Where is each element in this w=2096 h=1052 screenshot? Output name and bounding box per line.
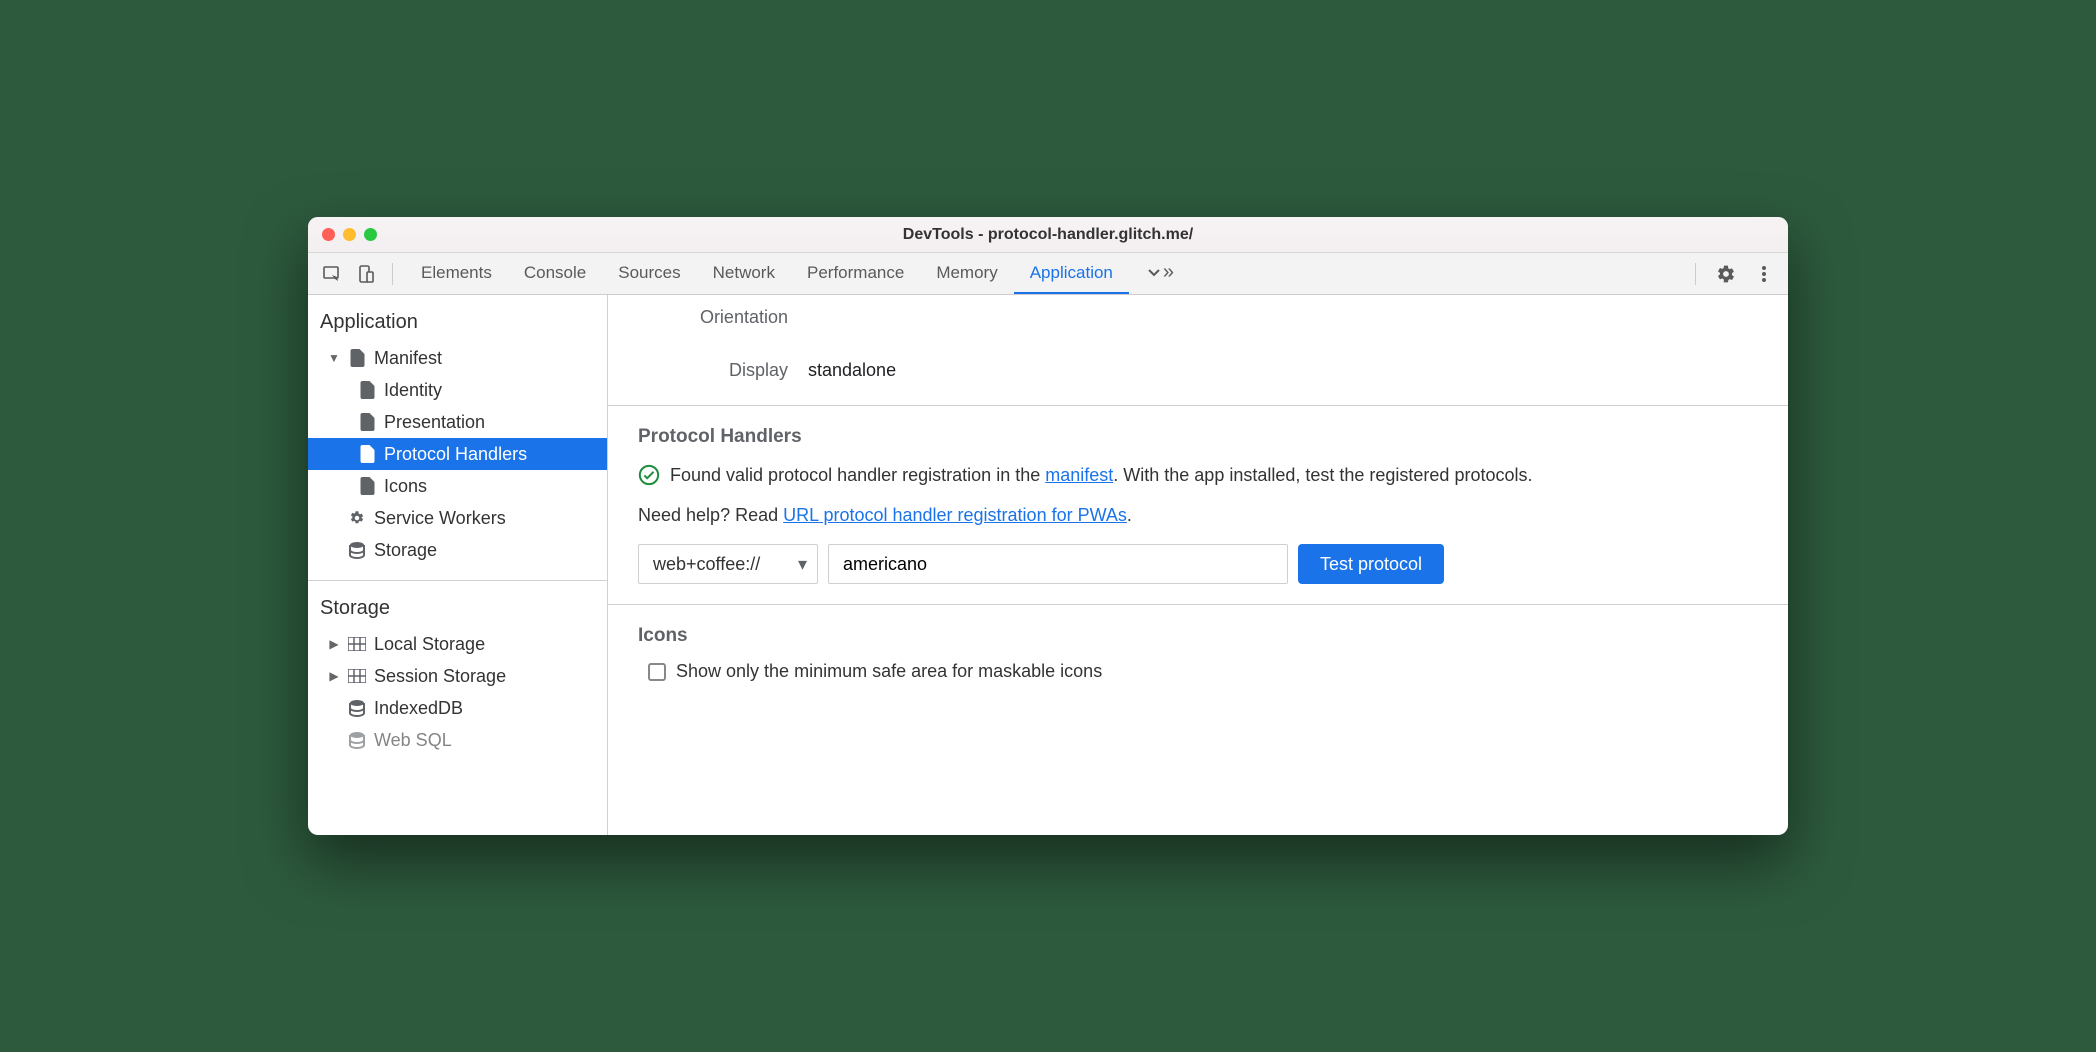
chevron-down-icon: ▾ bbox=[798, 554, 807, 575]
sidebar-item-label: Icons bbox=[384, 476, 427, 497]
sidebar-item-service-workers[interactable]: Service Workers bbox=[308, 502, 607, 534]
toolbar-divider bbox=[1695, 263, 1696, 285]
window-title: DevTools - protocol-handler.glitch.me/ bbox=[903, 226, 1193, 244]
table-icon bbox=[348, 635, 366, 653]
display-value: standalone bbox=[808, 360, 896, 381]
tab-application[interactable]: Application bbox=[1014, 253, 1129, 294]
sidebar-item-label: Presentation bbox=[384, 412, 485, 433]
status-text: Found valid protocol handler registratio… bbox=[670, 462, 1533, 489]
settings-icon[interactable] bbox=[1712, 260, 1740, 288]
chevron-right-icon: ▶ bbox=[328, 637, 340, 651]
file-icon bbox=[358, 445, 376, 463]
database-icon bbox=[348, 699, 366, 717]
minimize-window-button[interactable] bbox=[343, 228, 356, 241]
database-icon bbox=[348, 731, 366, 749]
zoom-window-button[interactable] bbox=[364, 228, 377, 241]
maskable-icons-checkbox-row[interactable]: Show only the minimum safe area for mask… bbox=[638, 661, 1758, 682]
devtools-window: DevTools - protocol-handler.glitch.me/ E… bbox=[308, 217, 1788, 835]
manifest-link[interactable]: manifest bbox=[1045, 465, 1113, 485]
gear-icon bbox=[348, 509, 366, 527]
toolbar-divider bbox=[392, 263, 393, 285]
more-options-icon[interactable] bbox=[1750, 260, 1778, 288]
sidebar-item-label: Protocol Handlers bbox=[384, 444, 527, 465]
close-window-button[interactable] bbox=[322, 228, 335, 241]
orientation-row: Orientation bbox=[608, 301, 1788, 334]
sidebar-item-protocol-handlers[interactable]: Protocol Handlers bbox=[308, 438, 607, 470]
file-icon bbox=[348, 349, 366, 367]
sidebar-item-web-sql[interactable]: Web SQL bbox=[308, 724, 607, 756]
protocol-test-form: web+coffee:// ▾ Test protocol bbox=[638, 544, 1758, 584]
sidebar-item-local-storage[interactable]: ▶ Local Storage bbox=[308, 628, 607, 660]
sidebar-item-indexeddb[interactable]: IndexedDB bbox=[308, 692, 607, 724]
sidebar: Application ▼ Manifest Identity Presenta… bbox=[308, 295, 608, 835]
help-suffix: . bbox=[1127, 505, 1132, 525]
tab-elements[interactable]: Elements bbox=[405, 253, 508, 294]
tab-memory[interactable]: Memory bbox=[920, 253, 1013, 294]
sidebar-item-icons[interactable]: Icons bbox=[308, 470, 607, 502]
sidebar-heading-storage: Storage bbox=[308, 591, 607, 628]
sidebar-item-label: Local Storage bbox=[374, 634, 485, 655]
sidebar-section-application: Application ▼ Manifest Identity Presenta… bbox=[308, 305, 607, 581]
sidebar-heading-application: Application bbox=[308, 305, 607, 342]
sidebar-item-storage[interactable]: Storage bbox=[308, 534, 607, 566]
tab-sources[interactable]: Sources bbox=[602, 253, 696, 294]
panel-tabs: Elements Console Sources Network Perform… bbox=[405, 253, 1190, 294]
sidebar-item-label: IndexedDB bbox=[374, 698, 463, 719]
traffic-lights bbox=[308, 228, 377, 241]
protocol-handlers-heading: Protocol Handlers bbox=[638, 426, 1758, 448]
content-area: Application ▼ Manifest Identity Presenta… bbox=[308, 295, 1788, 835]
main-panel: Orientation Display standalone Protocol … bbox=[608, 295, 1788, 835]
file-icon bbox=[358, 381, 376, 399]
tab-performance[interactable]: Performance bbox=[791, 253, 920, 294]
status-suffix: . With the app installed, test the regis… bbox=[1113, 465, 1532, 485]
protocol-path-input[interactable] bbox=[828, 544, 1288, 584]
sidebar-item-label: Manifest bbox=[374, 348, 442, 369]
help-prefix: Need help? Read bbox=[638, 505, 783, 525]
titlebar: DevTools - protocol-handler.glitch.me/ bbox=[308, 217, 1788, 253]
help-text: Need help? Read URL protocol handler reg… bbox=[638, 505, 1758, 526]
checkbox-icon[interactable] bbox=[648, 663, 666, 681]
sidebar-item-label: Storage bbox=[374, 540, 437, 561]
test-protocol-button[interactable]: Test protocol bbox=[1298, 544, 1444, 584]
icons-section: Icons Show only the minimum safe area fo… bbox=[608, 604, 1788, 702]
file-icon bbox=[358, 477, 376, 495]
sidebar-item-presentation[interactable]: Presentation bbox=[308, 406, 607, 438]
toolbar: Elements Console Sources Network Perform… bbox=[308, 253, 1788, 295]
tab-network[interactable]: Network bbox=[697, 253, 791, 294]
sidebar-item-label: Identity bbox=[384, 380, 442, 401]
file-icon bbox=[358, 413, 376, 431]
sidebar-item-label: Web SQL bbox=[374, 730, 452, 751]
status-message: Found valid protocol handler registratio… bbox=[638, 462, 1758, 489]
check-circle-icon bbox=[638, 464, 660, 486]
help-link[interactable]: URL protocol handler registration for PW… bbox=[783, 505, 1127, 525]
icons-heading: Icons bbox=[638, 625, 1758, 647]
database-icon bbox=[348, 541, 366, 559]
sidebar-section-storage: Storage ▶ Local Storage ▶ Session Storag… bbox=[308, 591, 607, 770]
protocol-handlers-section: Protocol Handlers Found valid protocol h… bbox=[608, 405, 1788, 604]
orientation-label: Orientation bbox=[638, 307, 808, 328]
chevron-down-icon: ▼ bbox=[328, 351, 340, 365]
toggle-device-toolbar-icon[interactable] bbox=[352, 260, 380, 288]
protocol-select-value: web+coffee:// bbox=[653, 554, 760, 575]
status-prefix: Found valid protocol handler registratio… bbox=[670, 465, 1045, 485]
chevron-right-icon: ▶ bbox=[328, 669, 340, 683]
sidebar-item-manifest[interactable]: ▼ Manifest bbox=[308, 342, 607, 374]
display-label: Display bbox=[638, 360, 808, 381]
checkbox-label: Show only the minimum safe area for mask… bbox=[676, 661, 1102, 682]
sidebar-item-session-storage[interactable]: ▶ Session Storage bbox=[308, 660, 607, 692]
display-row: Display standalone bbox=[608, 354, 1788, 387]
protocol-select[interactable]: web+coffee:// ▾ bbox=[638, 544, 818, 584]
sidebar-item-identity[interactable]: Identity bbox=[308, 374, 607, 406]
sidebar-item-label: Service Workers bbox=[374, 508, 506, 529]
inspect-element-icon[interactable] bbox=[318, 260, 346, 288]
tab-console[interactable]: Console bbox=[508, 253, 602, 294]
more-tabs-button[interactable]: » bbox=[1129, 253, 1190, 294]
table-icon bbox=[348, 667, 366, 685]
sidebar-item-label: Session Storage bbox=[374, 666, 506, 687]
